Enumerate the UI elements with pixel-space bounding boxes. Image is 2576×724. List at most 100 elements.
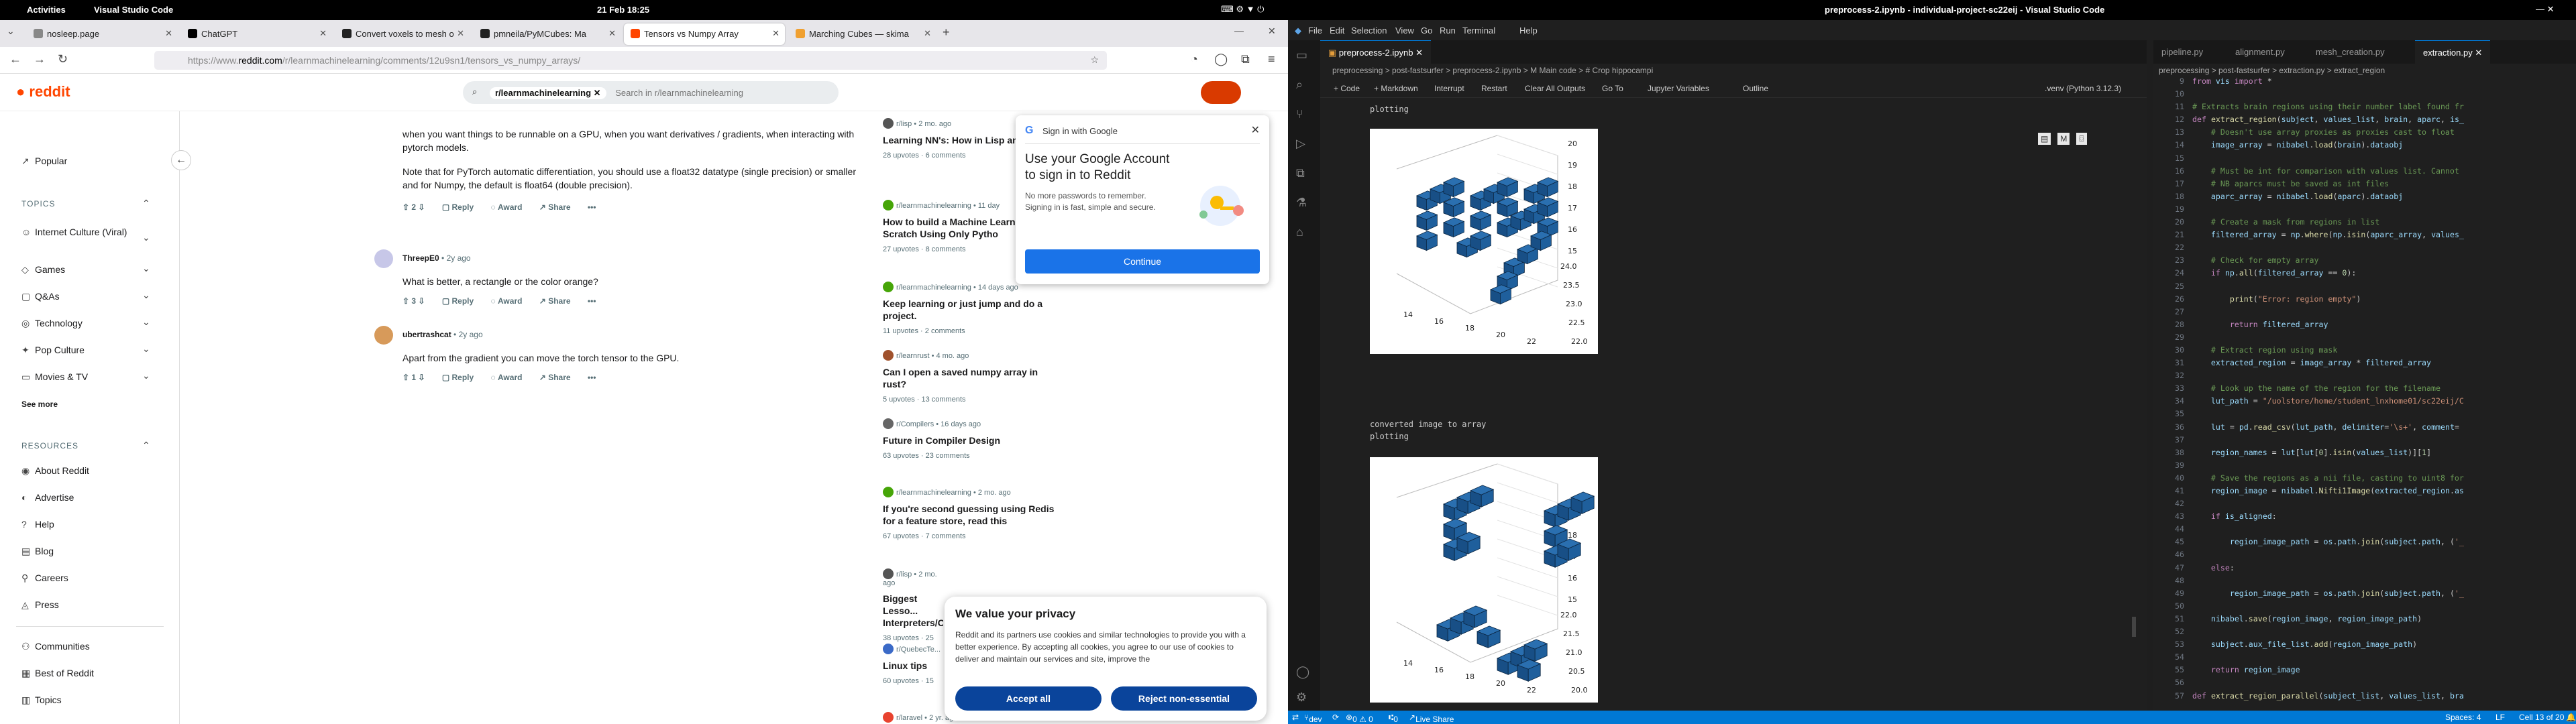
menu-go[interactable]: Go [1421, 25, 1432, 36]
live-share-button[interactable]: ↗ Live Share [1409, 713, 1454, 724]
share-button[interactable]: ↗ Share [539, 373, 571, 382]
menu-help[interactable]: Help [1519, 25, 1538, 36]
award-button[interactable]: ◌ Award [491, 373, 523, 382]
breadcrumb[interactable]: preprocessing > post-fastsurfer > extrac… [2159, 66, 2385, 75]
sidebar-item-internet-culture[interactable]: ☺ Internet Culture (Viral) [21, 227, 142, 247]
related-post[interactable]: r/learnmachinelearning • 2 mo. ago If you… [883, 487, 1057, 540]
login-button[interactable] [1201, 81, 1241, 104]
sidebar-item-help[interactable]: ? Help [21, 519, 54, 539]
more-options-button[interactable]: ••• [588, 373, 596, 382]
remote-indicator[interactable]: ⇄ [1292, 713, 1299, 722]
avatar[interactable] [374, 326, 393, 345]
related-post[interactable]: r/lisp • 2 mo. ago Biggest Lesso... Inter… [883, 568, 943, 642]
vote-control[interactable]: ⇧ 1 ⇩ [402, 373, 425, 382]
save-output-icon[interactable]: ⌼ [2076, 133, 2087, 145]
vote-control[interactable]: ⇧ 3 ⇩ [402, 296, 425, 306]
sidebar-item-qas[interactable]: ▢ Q&As [21, 291, 60, 311]
menu-file[interactable]: File [1308, 25, 1322, 36]
breadcrumb[interactable]: preprocessing > post-fastsurfer > prepro… [1332, 66, 1653, 75]
interrupt-button[interactable]: Interrupt [1434, 84, 1464, 93]
google-continue-button[interactable]: Continue [1025, 249, 1260, 274]
comment-author[interactable]: ThreepE0 [402, 253, 439, 263]
close-icon[interactable]: ✕ [1251, 123, 1260, 137]
eol-indicator[interactable]: LF [2496, 713, 2505, 722]
sidebar-item-technology[interactable]: ◎ Technology [21, 318, 83, 338]
notifications-icon[interactable]: 🔔 [2566, 713, 2576, 722]
scrollbar-thumb[interactable] [2132, 617, 2136, 637]
url-bar[interactable]: https://www.reddit.com/r/learnmachinelea… [154, 51, 1107, 70]
tab-notebook[interactable]: ▣ preprocess-2.ipynb ✕ [1320, 40, 1431, 64]
chevron-down-icon[interactable]: ⌄ [142, 263, 150, 274]
menu-view[interactable]: View [1395, 25, 1414, 36]
cell-indicator[interactable]: Cell 13 of 20 [2519, 713, 2564, 722]
chevron-down-icon[interactable]: ⌄ [142, 370, 150, 381]
outline-button[interactable]: Outline [1743, 84, 1768, 93]
chevron-down-icon[interactable]: ⌄ [142, 316, 150, 328]
search-input[interactable]: ⌕ r/learnmachinelearning ✕ Search in r/l… [463, 81, 839, 104]
account-icon[interactable]: ◯ [1296, 665, 1312, 681]
close-window-icon[interactable]: ✕ [1268, 25, 1276, 37]
related-post[interactable]: r/learnmachinelearning • 14 days ago Keep… [883, 282, 1057, 335]
reply-button[interactable]: ▢ Reply [442, 202, 474, 212]
reply-button[interactable]: ▢ Reply [442, 373, 474, 382]
more-options-button[interactable]: ••• [588, 202, 596, 212]
award-button[interactable]: ◌ Award [491, 296, 523, 306]
copy-output-icon[interactable]: ▤ [2038, 133, 2051, 145]
close-tab-icon[interactable]: ✕ [608, 28, 616, 39]
collapse-sidebar-button[interactable]: ← [171, 150, 191, 170]
clear-outputs-button[interactable]: Clear All Outputs [1525, 84, 1585, 93]
menu-edit[interactable]: Edit [1330, 25, 1344, 36]
chevron-up-icon[interactable]: ⌃ [142, 198, 150, 209]
browser-tab-active[interactable]: Tensors vs Numpy Array ✕ [624, 23, 785, 45]
close-tab-icon[interactable]: ✕ [319, 28, 327, 39]
remote-icon[interactable]: ⌂ [1296, 225, 1312, 241]
reddit-logo[interactable]: ● reddit [16, 83, 70, 101]
menu-run[interactable]: Run [1440, 25, 1456, 36]
back-icon[interactable]: ← [9, 52, 21, 66]
related-post[interactable]: r/QuebecTe... Linux tips 60 upvotes · 15 [883, 644, 943, 685]
sidebar-item-careers[interactable]: ⚲ Careers [21, 572, 68, 593]
sidebar-item-communities[interactable]: ⚇ Communities [21, 641, 90, 661]
system-tray-icons[interactable]: ⌨ ⚙ ▼ ⏻ [1221, 4, 1264, 15]
forward-icon[interactable]: → [34, 52, 46, 66]
chevron-down-icon[interactable]: ⌄ [142, 290, 150, 301]
subreddit-chip[interactable]: r/learnmachinelearning ✕ [490, 87, 606, 99]
browser-tab[interactable]: nosleep.page ✕ [27, 23, 178, 45]
accept-all-button[interactable]: Accept all [955, 686, 1102, 711]
pocket-icon[interactable]: ◔ [1191, 52, 1198, 66]
kernel-picker[interactable]: .venv (Python 3.12.3) [2045, 84, 2121, 93]
more-options-button[interactable]: ••• [588, 296, 596, 306]
window-controls[interactable]: — ✕ [2536, 4, 2555, 15]
related-post[interactable]: r/Compilers • 16 days ago Future in Compi… [883, 418, 1057, 460]
close-tab-icon[interactable]: ✕ [924, 28, 931, 39]
minimize-icon[interactable]: — [1234, 25, 1244, 36]
browser-tab[interactable]: ChatGPT ✕ [181, 23, 332, 45]
sidebar-item-movies-tv[interactable]: ▭ Movies & TV [21, 371, 88, 391]
see-more-link[interactable]: See more [21, 400, 58, 420]
branch-indicator[interactable]: ⑂ dev [1304, 713, 1322, 724]
problems-indicator[interactable]: ⊗ 0 ⚠ 0 [1346, 713, 1373, 724]
account-icon[interactable]: ◯ [1214, 52, 1228, 66]
explorer-icon[interactable]: ▭ [1296, 48, 1312, 64]
comment-author[interactable]: ubertrashcat [402, 330, 451, 339]
chevron-down-icon[interactable]: ⌄ [142, 343, 150, 355]
indent-indicator[interactable]: Spaces: 4 [2445, 713, 2481, 722]
browser-tab[interactable]: Convert voxels to mesh o ✕ [335, 23, 470, 45]
tab-file-active[interactable]: extraction.py ✕ [2415, 40, 2491, 64]
bookmark-star-icon[interactable]: ☆ [1090, 54, 1099, 66]
add-markdown-button[interactable]: + Markdown [1374, 84, 1418, 93]
resources-header[interactable]: RESOURCES [21, 441, 78, 450]
avatar[interactable] [374, 249, 393, 268]
ports-indicator[interactable]: ⑆ 0 [1389, 713, 1398, 724]
award-button[interactable]: ◌ Award [491, 202, 523, 212]
topics-header[interactable]: TOPICS [21, 199, 55, 208]
tab-file[interactable]: alignment.py [2227, 40, 2293, 64]
reload-icon[interactable]: ↻ [58, 52, 68, 66]
source-control-icon[interactable]: ⑂ [1296, 107, 1312, 123]
share-button[interactable]: ↗ Share [539, 202, 571, 212]
goto-button[interactable]: Go To [1602, 84, 1623, 93]
browser-tab[interactable]: pmneila/PyMCubes: Ma ✕ [474, 23, 621, 45]
testing-icon[interactable]: ⚗ [1296, 196, 1312, 212]
reject-nonessential-button[interactable]: Reject non-essential [1111, 686, 1257, 711]
browser-tab[interactable]: Marching Cubes — skima ✕ [789, 23, 936, 45]
